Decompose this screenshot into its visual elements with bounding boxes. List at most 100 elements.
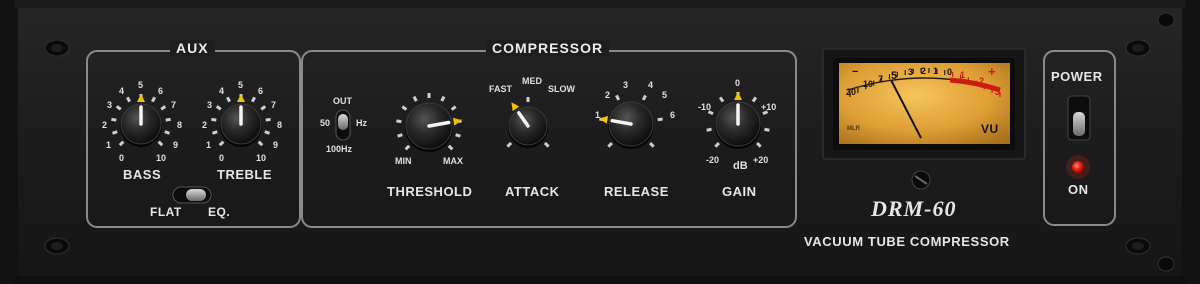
treble-knob[interactable] xyxy=(211,94,271,147)
vu-scale-7: 7 xyxy=(878,74,884,84)
gain-plus10-label: +10 xyxy=(761,102,777,112)
bass-scale-4: 4 xyxy=(119,86,125,96)
knob-tick xyxy=(215,105,222,111)
attack-knob[interactable] xyxy=(506,97,550,148)
knob-tick xyxy=(440,95,446,102)
vu-scale-0: 0 xyxy=(947,67,953,77)
bass-max-label: 10 xyxy=(156,153,167,163)
knob-tick xyxy=(506,141,513,148)
gain-plus20-label: +20 xyxy=(753,155,769,165)
knob-tick xyxy=(165,117,171,122)
vu-scale-20: 20 xyxy=(846,87,857,97)
knob-tick xyxy=(401,105,408,111)
vu-tiny-label: MLR xyxy=(847,126,860,132)
vu-scale-3: 3 xyxy=(908,67,914,77)
bass-knob[interactable] xyxy=(111,94,171,147)
knob-tick xyxy=(447,144,454,151)
bass-scale-1: 1 xyxy=(106,140,112,150)
vu-scale-plus3: 3 xyxy=(995,87,1001,97)
knob-tick xyxy=(706,127,712,132)
release-scale-6: 6 xyxy=(670,110,676,120)
release-scale-5: 5 xyxy=(662,90,668,100)
knob-tick xyxy=(212,130,218,135)
knob-tick xyxy=(126,96,131,103)
vu-scale-1: 1 xyxy=(933,66,939,76)
knob-tick xyxy=(111,117,117,122)
power-toggle-switch[interactable] xyxy=(1067,95,1091,141)
knob-tick xyxy=(450,105,457,111)
knob-tick xyxy=(404,144,411,151)
treble-min-label: 0 xyxy=(219,153,225,163)
bass-scale-3: 3 xyxy=(107,100,113,110)
bass-scale-6: 6 xyxy=(158,86,164,96)
knob-tick xyxy=(718,96,725,103)
treble-scale-7: 7 xyxy=(271,100,277,110)
vu-scale-2: 2 xyxy=(921,66,927,76)
knob-tick xyxy=(260,105,267,111)
bass-scale-8: 8 xyxy=(177,120,183,130)
model-name: DRM-60 xyxy=(871,196,957,221)
treble-scale-1: 1 xyxy=(206,140,212,150)
rack-ear-left xyxy=(0,0,18,284)
knob-tick xyxy=(251,96,256,103)
eq-flat-label: FLAT xyxy=(150,205,182,219)
knob-tick xyxy=(756,142,762,148)
attack-fast-label: FAST xyxy=(489,84,513,94)
gain-minus10-label: -10 xyxy=(698,102,712,112)
release-scale-1: 1 xyxy=(595,110,601,120)
rack-ear-right xyxy=(1182,0,1200,284)
threshold-max-label: MAX xyxy=(443,156,463,166)
knob-tick xyxy=(265,117,271,122)
gain-minus20-label: -20 xyxy=(706,155,720,165)
attack-slow-label: SLOW xyxy=(548,84,575,94)
knob-tick xyxy=(641,94,647,101)
knob-tick xyxy=(226,96,231,103)
bass-label: BASS xyxy=(123,167,162,182)
treble-scale-4: 4 xyxy=(219,86,225,96)
hpf-out-label: OUT xyxy=(333,96,352,106)
treble-scale-5: 5 xyxy=(238,80,244,90)
treble-scale-8: 8 xyxy=(277,120,283,130)
threshold-knob[interactable] xyxy=(396,93,462,152)
knob-tick xyxy=(257,140,264,147)
knob-tick xyxy=(764,127,770,132)
treble-max-label: 10 xyxy=(256,153,267,163)
threshold-min-label: MIN xyxy=(395,156,412,166)
product-subtitle: VACUUM TUBE COMPRESSOR xyxy=(804,234,1010,249)
hpf-toggle-switch[interactable] xyxy=(335,109,351,141)
knob-tick xyxy=(615,94,621,101)
knob-tick xyxy=(112,130,118,135)
knob-tick xyxy=(714,142,720,148)
knob-tick xyxy=(751,96,758,103)
knob-tick xyxy=(607,142,613,148)
release-scale-3: 3 xyxy=(623,80,629,90)
gain-0-label: 0 xyxy=(735,78,741,88)
vu-scale-plus1: 1 xyxy=(960,70,966,80)
attack-label: ATTACK xyxy=(505,184,560,199)
knob-tick xyxy=(543,141,550,148)
treble-scale-6: 6 xyxy=(258,86,264,96)
hpf-100hz-label: 100Hz xyxy=(326,144,353,154)
knob-tick xyxy=(397,133,403,138)
eq-toggle-switch[interactable] xyxy=(172,186,212,204)
release-knob[interactable] xyxy=(599,94,663,149)
treble-scale-3: 3 xyxy=(207,100,213,110)
knob-tick xyxy=(649,142,655,148)
knob-tick xyxy=(218,140,225,147)
knob-tick xyxy=(164,130,170,135)
bass-scale-5: 5 xyxy=(138,80,144,90)
knob-tick xyxy=(264,130,270,135)
knob-tick xyxy=(115,105,122,111)
threshold-label: THRESHOLD xyxy=(387,184,473,199)
vu-scale-10: 10 xyxy=(863,79,874,89)
gain-knob[interactable] xyxy=(706,92,770,149)
compressor-plugin-panel: AUX COMPRESSOR 5 4 6 3 7 2 8 1 9 0 10 BA… xyxy=(0,0,1200,284)
knob-tick xyxy=(160,105,167,111)
meter-zero-adjust-screw[interactable] xyxy=(911,170,931,190)
attack-med-label: MED xyxy=(522,76,542,86)
compressor-section-title: COMPRESSOR xyxy=(486,40,610,56)
gain-db-label: dB xyxy=(733,160,748,172)
knob-tick xyxy=(151,96,156,103)
knob-tick xyxy=(118,140,125,147)
knob-marker-icon xyxy=(734,92,742,100)
